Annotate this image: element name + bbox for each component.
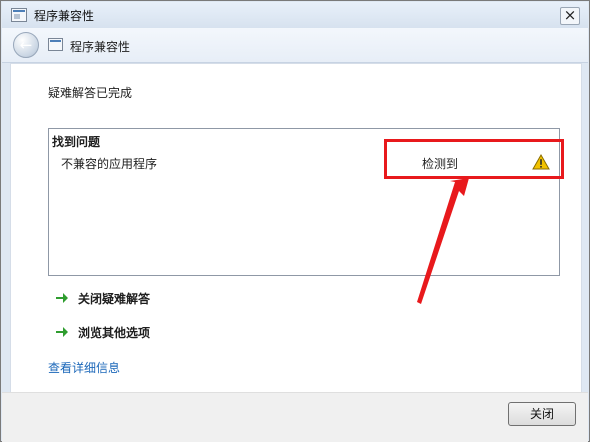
app-icon: [11, 8, 27, 22]
green-arrow-icon: [56, 327, 68, 337]
green-arrow-icon: [56, 293, 68, 303]
nav-title: 程序兼容性: [70, 40, 131, 54]
back-arrow-icon[interactable]: ←: [13, 32, 39, 58]
explore-options-label: 浏览其他选项: [78, 326, 151, 340]
window-title: 程序兼容性: [34, 9, 95, 23]
close-troubleshooter-label: 关闭疑难解答: [78, 292, 151, 306]
window-close-button[interactable]: ×: [560, 7, 580, 25]
title-bar[interactable]: 程序兼容性 ×: [2, 2, 588, 28]
problem-name: 不兼容的应用程序: [61, 157, 158, 171]
problems-heading: 找到问题: [52, 135, 101, 149]
content-panel: 疑难解答已完成 找到问题 不兼容的应用程序 检测到 关闭疑难解答 浏览其他选项 …: [10, 63, 582, 393]
troubleshoot-status: 疑难解答已完成: [48, 86, 133, 100]
problems-found-box: 找到问题 不兼容的应用程序 检测到: [48, 128, 560, 276]
navigation-bar: ← 程序兼容性: [2, 28, 588, 63]
close-button[interactable]: 关闭: [508, 402, 576, 426]
footer-bar: 关闭: [2, 392, 588, 442]
view-details-link[interactable]: 查看详细信息: [48, 359, 120, 376]
wizard-icon: [48, 38, 63, 51]
warning-icon: [532, 154, 550, 170]
program-compatibility-window: 程序兼容性 × ← 程序兼容性 疑难解答已完成 找到问题 不兼容的应用程序 检测…: [0, 0, 590, 442]
problem-status: 检测到: [422, 157, 459, 171]
